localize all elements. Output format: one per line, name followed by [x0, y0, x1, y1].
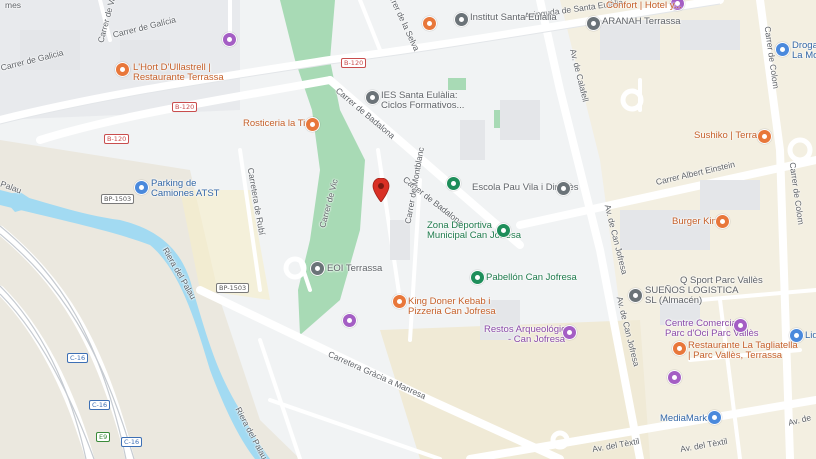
shopping-icon[interactable]: [222, 32, 237, 47]
shopping-icon[interactable]: [789, 328, 804, 343]
poi-suenos-label[interactable]: SL (Almacén): [645, 295, 702, 306]
poi-eoi-label[interactable]: EOI Terrassa: [327, 263, 382, 274]
restaurant-icon[interactable]: [757, 129, 772, 144]
route-shield-c16: C-16: [89, 400, 111, 410]
shopping-icon[interactable]: [707, 410, 722, 425]
sports-icon[interactable]: [496, 223, 511, 238]
school-icon[interactable]: [310, 261, 325, 276]
school-icon[interactable]: [556, 181, 571, 196]
poi-pabellon-label[interactable]: Pabellón Can Jofresa: [486, 272, 577, 283]
route-shield-b120: B-120: [104, 134, 130, 144]
poi-ies-label[interactable]: Ciclos Formativos...: [381, 100, 464, 111]
street-label: mes: [5, 0, 22, 10]
school-icon[interactable]: [454, 12, 469, 27]
route-shield-c16: C-16: [121, 437, 143, 447]
warehouse-icon[interactable]: [628, 288, 643, 303]
parking-icon[interactable]: [134, 180, 149, 195]
route-shield-bp1503: BP-1503: [101, 194, 135, 204]
route-shield-b120: B-120: [341, 58, 367, 68]
poi-tagliatella-label[interactable]: | Parc Vallès, Terrassa: [688, 350, 782, 361]
shopping-icon[interactable]: [586, 16, 601, 31]
shopping-icon[interactable]: [667, 370, 682, 385]
poi-lidl-label[interactable]: Lid: [805, 330, 816, 341]
restaurant-icon[interactable]: [392, 294, 407, 309]
restaurant-icon[interactable]: [715, 214, 730, 229]
poi-parking-label[interactable]: Camiones ATST: [151, 188, 219, 199]
shopping-icon[interactable]: [733, 318, 748, 333]
restaurant-icon[interactable]: [672, 341, 687, 356]
restaurant-icon[interactable]: [305, 117, 320, 132]
poi-mediamarkt-label[interactable]: MediaMarkt: [660, 413, 710, 424]
shopping-icon[interactable]: [342, 313, 357, 328]
restaurant-icon[interactable]: [422, 16, 437, 31]
restaurant-icon[interactable]: [115, 62, 130, 77]
poi-institut-label[interactable]: Institut Santa Eulàlia: [470, 12, 557, 23]
poi-hort-label[interactable]: Restaurante Terrassa: [133, 72, 224, 83]
poi-aranah-label[interactable]: ARANAH Terrassa: [602, 16, 681, 27]
poi-hotel-label[interactable]: Confort | Hotel y...: [606, 0, 682, 11]
poi-drogas-label[interactable]: La Mo: [792, 50, 816, 61]
poi-king-label[interactable]: Pizzeria Can Jofresa: [408, 306, 496, 317]
landmark-icon[interactable]: [562, 325, 577, 340]
shopping-icon[interactable]: [775, 42, 790, 57]
school-icon[interactable]: [446, 176, 461, 191]
poi-restos-label[interactable]: - Can Jofresa: [508, 334, 565, 345]
sports-icon[interactable]: [470, 270, 485, 285]
red-location-pin-icon[interactable]: [372, 178, 390, 202]
route-shield-bp1503: BP-1503: [216, 283, 250, 293]
route-shield-c16: C-16: [67, 353, 89, 363]
route-shield-b120: B-120: [172, 102, 198, 112]
map-canvas[interactable]: B-120 B-120 B-120 BP-1503 BP-1503 C-16 C…: [0, 0, 816, 459]
school-icon[interactable]: [365, 90, 380, 105]
route-shield-e9: E9: [96, 432, 111, 442]
